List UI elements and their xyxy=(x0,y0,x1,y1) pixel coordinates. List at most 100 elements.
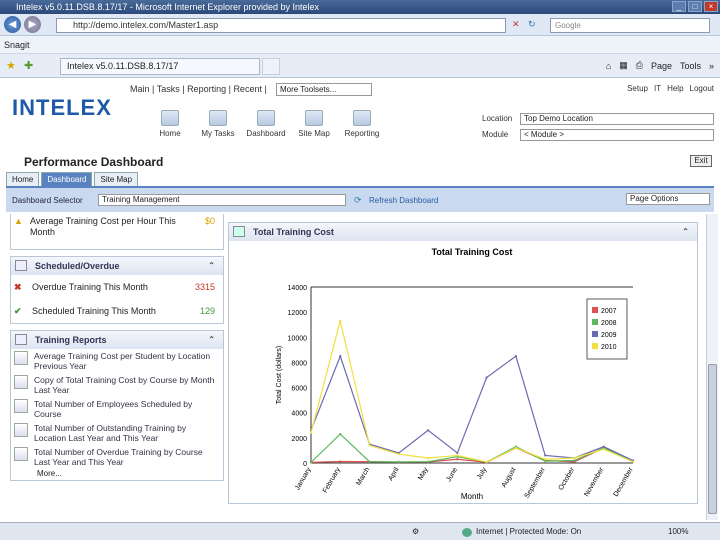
back-button[interactable]: ◀ xyxy=(4,16,21,33)
overdue-row[interactable]: ✖ Overdue Training This Month 3315 xyxy=(11,275,223,299)
print-icon[interactable]: ⎙ xyxy=(636,60,643,71)
data-point-2010 xyxy=(309,431,313,434)
exit-button[interactable]: Exit xyxy=(690,155,712,167)
site-map-nav-button[interactable]: Site Map xyxy=(294,110,334,138)
new-tab-button[interactable] xyxy=(262,58,280,75)
forward-button[interactable]: ▶ xyxy=(24,16,41,33)
tab-dashboard[interactable]: Dashboard xyxy=(41,172,93,186)
scheduled-row[interactable]: ✔ Scheduled Training This Month 129 xyxy=(11,299,223,323)
browser-tab[interactable]: Intelex v5.0.11.DSB.8.17/17 xyxy=(60,58,260,75)
page-menu[interactable]: Page xyxy=(651,61,672,71)
report-chart-icon xyxy=(14,399,28,413)
window-titlebar: Intelex v5.0.11.DSB.8.17/17 - Microsoft … xyxy=(0,0,720,14)
data-point-2010 xyxy=(602,448,605,451)
collapse-icon[interactable]: ⌃ xyxy=(208,331,215,349)
feeds-icon[interactable]: ▦ xyxy=(619,60,628,71)
avg-cost-label[interactable]: Average Training Cost per Hour This Mont… xyxy=(30,216,180,238)
collapse-icon[interactable]: ⌃ xyxy=(208,257,215,275)
data-point-2007 xyxy=(456,458,459,461)
snagit-label[interactable]: Snagit xyxy=(4,40,30,50)
report-item[interactable]: Total Number of Employees Scheduled by C… xyxy=(11,397,223,421)
x-tick-label: August xyxy=(501,466,518,488)
stop-icon[interactable]: ✕ xyxy=(512,19,520,30)
dashboard-nav-button[interactable]: Dashboard xyxy=(246,110,286,138)
y-tick-label: 10000 xyxy=(288,335,308,342)
x-tick-label: March xyxy=(355,466,371,486)
avg-cost-value: $0 xyxy=(204,216,215,226)
tab-home[interactable]: Home xyxy=(6,172,40,186)
my-tasks-nav-button[interactable]: My Tasks xyxy=(198,110,238,138)
report-item[interactable]: Total Number of Overdue Training by Cour… xyxy=(11,445,223,469)
nav-tasks[interactable]: Tasks xyxy=(157,84,180,94)
favorites-star-icon[interactable]: ★ xyxy=(6,59,16,72)
report-chart-icon xyxy=(14,375,28,389)
chevron-right-icon[interactable]: » xyxy=(709,61,714,71)
legend-label-2008: 2008 xyxy=(601,320,617,327)
refresh-dashboard-link[interactable]: Refresh Dashboard xyxy=(369,196,438,205)
scheduled-overdue-panel: Scheduled/Overdue ⌃ ✖ Overdue Training Thi… xyxy=(10,256,224,324)
search-input[interactable]: Google xyxy=(550,18,710,33)
y-tick-label: 6000 xyxy=(291,386,307,393)
data-point-2010 xyxy=(426,456,430,460)
module-select[interactable]: < Module > xyxy=(520,129,714,141)
header-links: Setup IT Help Logout xyxy=(627,84,714,93)
refresh-icon[interactable]: ⟳ xyxy=(354,195,362,206)
data-point-2008 xyxy=(426,460,430,463)
add-favorite-icon[interactable]: ✚ xyxy=(24,59,33,72)
dashboard-selector[interactable]: Training Management xyxy=(98,194,346,206)
page-options-select[interactable]: Page Options xyxy=(626,193,710,205)
it-link[interactable]: IT xyxy=(654,84,661,93)
maximize-button[interactable]: □ xyxy=(688,1,702,12)
location-select[interactable]: Top Demo Location xyxy=(520,113,714,125)
data-point-2008 xyxy=(309,461,313,464)
collapse-icon[interactable]: ⌃ xyxy=(682,223,689,241)
avg-cost-row: ▲ Average Training Cost per Hour This Mo… xyxy=(11,214,223,240)
home-icon[interactable]: ⌂ xyxy=(606,61,611,71)
data-point-2009 xyxy=(544,454,547,457)
series-line-2010 xyxy=(310,320,634,463)
nav-reporting[interactable]: Reporting xyxy=(187,84,226,94)
logout-link[interactable]: Logout xyxy=(690,84,714,93)
home-nav-button[interactable]: Home xyxy=(150,110,190,138)
dashboard-icon xyxy=(257,110,275,126)
page-scrollbar[interactable] xyxy=(706,214,718,520)
more-toolsets-select[interactable]: More Toolsets... xyxy=(276,83,372,96)
chart-panel-header: Total Training Cost ⌃ xyxy=(229,223,697,241)
more-reports-link[interactable]: More... xyxy=(11,469,223,480)
data-point-2009 xyxy=(456,451,459,455)
nav-recent[interactable]: Recent xyxy=(233,84,262,94)
chart-title: Total Training Cost xyxy=(432,247,513,257)
tab-site-map[interactable]: Site Map xyxy=(94,172,139,186)
legend-swatch-2007 xyxy=(592,307,598,313)
x-tick-label: October xyxy=(558,466,577,492)
url-field[interactable]: http://demo.intelex.com/Master1.asp xyxy=(56,18,506,33)
nav-main[interactable]: Main xyxy=(130,84,150,94)
data-point-2010 xyxy=(397,453,400,456)
internet-zone-icon xyxy=(462,528,472,537)
reporting-nav-button[interactable]: Reporting xyxy=(342,110,382,138)
report-chart-icon xyxy=(14,447,28,461)
setup-link[interactable]: Setup xyxy=(627,84,648,93)
report-item[interactable]: Average Training Cost per Student by Loc… xyxy=(11,349,223,373)
report-item[interactable]: Total Number of Outstanding Training by … xyxy=(11,421,223,445)
data-point-2009 xyxy=(514,355,518,358)
zoom-level[interactable]: 100% xyxy=(668,523,688,541)
refresh-icon[interactable]: ↻ xyxy=(528,19,536,30)
scheduled-overdue-header: Scheduled/Overdue ⌃ xyxy=(11,257,223,275)
x-tick-label: November xyxy=(583,466,606,498)
tools-menu[interactable]: Tools xyxy=(680,61,701,71)
app-nav: Main | Tasks | Reporting | Recent | xyxy=(130,84,267,94)
tasks-icon xyxy=(209,110,227,126)
report-item[interactable]: Copy of Total Training Cost by Course by… xyxy=(11,373,223,397)
minimize-button[interactable]: _ xyxy=(672,1,686,12)
data-point-2010 xyxy=(368,444,371,447)
alert-icon: ▲ xyxy=(14,216,23,226)
page-tabs: Home Dashboard Site Map xyxy=(6,172,139,186)
data-point-2007 xyxy=(339,460,342,463)
data-point-2010 xyxy=(544,458,547,461)
y-tick-label: 4000 xyxy=(291,411,307,418)
data-point-2010 xyxy=(573,456,576,460)
scrollbar-thumb[interactable] xyxy=(708,364,717,514)
close-button[interactable]: × xyxy=(704,1,718,12)
help-link[interactable]: Help xyxy=(667,84,683,93)
